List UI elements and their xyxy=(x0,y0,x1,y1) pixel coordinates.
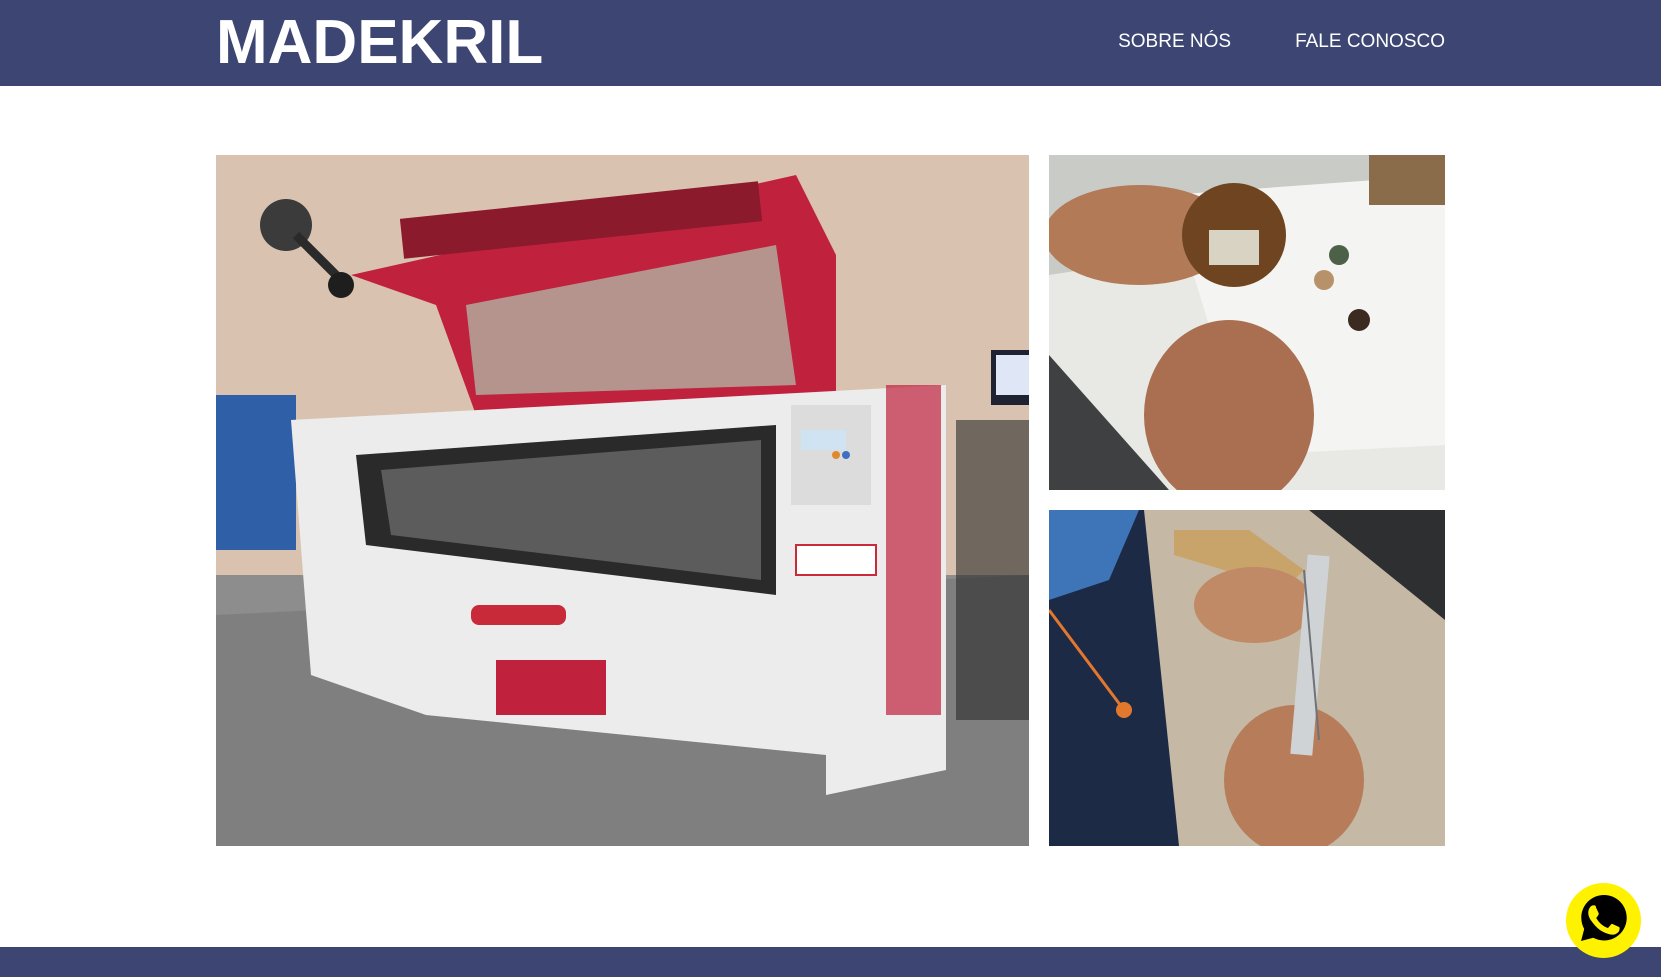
measuring-with-caliper-photo xyxy=(1049,510,1445,846)
nav-link-sobre-nos[interactable]: SOBRE NÓS xyxy=(1118,30,1231,54)
site-footer xyxy=(0,947,1661,977)
hands-holding-wood-piece-photo xyxy=(1049,155,1445,490)
whatsapp-button[interactable] xyxy=(1566,883,1641,958)
main-nav: SOBRE NÓS FALE CONOSCO xyxy=(1118,30,1445,54)
nav-link-fale-conosco[interactable]: FALE CONOSCO xyxy=(1295,30,1445,54)
site-header: MADEKRIL SOBRE NÓS FALE CONOSCO xyxy=(0,0,1661,86)
site-logo[interactable]: MADEKRIL xyxy=(216,8,543,78)
laser-cutting-machine-photo xyxy=(216,155,1029,846)
whatsapp-icon xyxy=(1577,891,1631,950)
